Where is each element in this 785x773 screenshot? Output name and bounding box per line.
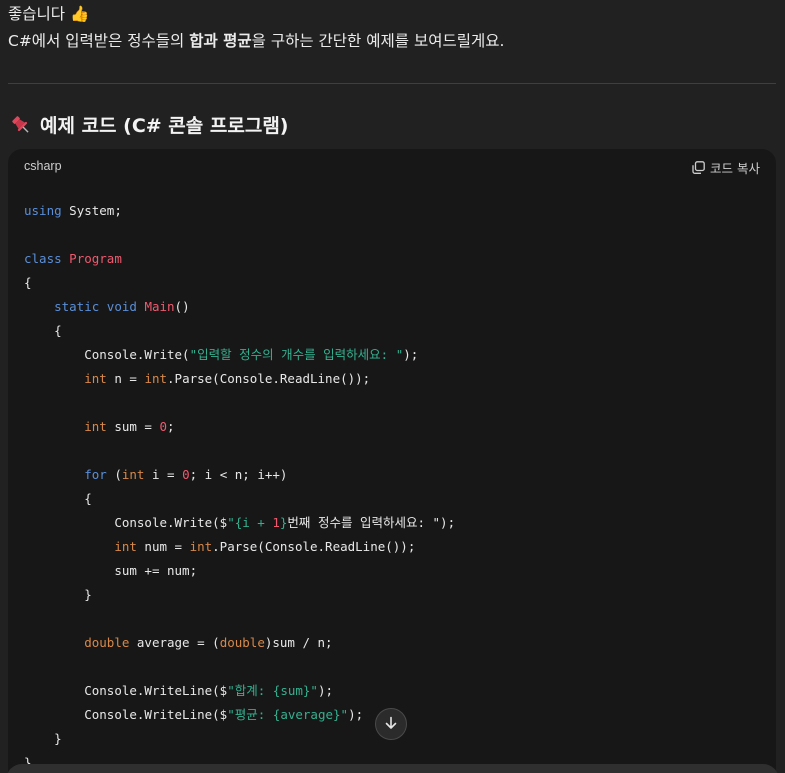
code-language-label: csharp [24,159,62,173]
code-token: double [84,635,130,650]
code-token: () [174,299,190,314]
code-token: "입력할 정수의 개수를 입력하세요: " [189,347,404,362]
code-line: } [24,583,766,607]
code-token: ( [106,467,122,482]
chat-page: 좋습니다 👍 C#에서 입력받은 정수들의 합과 평균을 구하는 간단한 예제를… [0,0,785,773]
code-token: Console.Write( [84,347,190,362]
code-line: double average = (double)sum / n; [24,631,766,655]
code-token: System; [61,203,122,218]
intro-text-post: 을 구하는 간단한 예제를 보여드릴게요. [251,32,505,50]
code-token: static [54,299,100,314]
copy-icon [692,161,705,174]
composer-bar[interactable] [6,764,779,773]
code-token: .Parse(Console.ReadLine()); [167,371,371,386]
code-token: ); [348,707,364,722]
code-token: 0 [159,419,168,434]
intro-text-pre: C#에서 입력받은 정수들의 [8,32,190,50]
code-token: "{i + [227,515,273,530]
code-token: i = [144,467,183,482]
intro-line-1: 좋습니다 👍 [8,5,90,23]
code-token: 번째 정수를 입력하세요: "); [287,515,456,530]
code-token: ); [403,347,419,362]
code-token: } [84,587,92,602]
code-token: 1 [272,515,280,530]
code-line: Console.WriteLine($"합계: {sum}"); [24,679,766,703]
code-line: using System; [24,199,766,223]
code-token: 0 [182,467,190,482]
code-token: int [144,371,168,386]
code-token: int [114,539,137,554]
code-line: int n = int.Parse(Console.ReadLine()); [24,367,766,391]
code-token: "합계: {sum}" [227,683,318,698]
code-content: using System; class Program { static void… [24,199,766,773]
code-line: { [24,319,766,343]
code-token: double [219,635,265,650]
code-token: num = [136,539,190,554]
code-line: class Program [24,247,766,271]
pushpin-icon [10,114,34,144]
scroll-to-bottom-button[interactable] [375,708,407,740]
code-token: Console.WriteLine($ [84,683,228,698]
arrow-down-icon [384,715,398,734]
code-token: int [121,467,145,482]
copy-code-button[interactable]: 코드 복사 [692,158,760,177]
code-token: ; [167,419,175,434]
code-line: int sum = 0; [24,415,766,439]
code-token: average = ( [129,635,220,650]
intro-text-bold: 합과 평균 [189,32,252,50]
code-token: Console.Write($ [114,515,228,530]
code-token: ); [317,683,334,698]
code-line: Console.Write("입력할 정수의 개수를 입력하세요: "); [24,343,766,367]
code-token: class [24,251,62,266]
intro-line-2: C#에서 입력받은 정수들의 합과 평균을 구하는 간단한 예제를 보여드릴게요… [8,30,504,52]
code-token: { [54,323,62,338]
code-line: Console.Write($"{i + 1}번째 정수를 입력하세요: "); [24,511,766,535]
code-line: sum += num; [24,559,766,583]
section-heading-text: 예제 코드 (C# 콘솔 프로그램) [40,115,289,137]
code-line: { [24,487,766,511]
code-token: n = [106,371,145,386]
code-token: { [24,275,32,290]
code-token: sum = [106,419,160,434]
code-line: static void Main() [24,295,766,319]
code-token: int [84,371,107,386]
code-token: )sum / n; [264,635,333,650]
copy-code-label: 코드 복사 [710,161,760,176]
code-token: int [189,539,213,554]
code-token: int [84,419,107,434]
divider [8,83,776,84]
code-token: .Parse(Console.ReadLine()); [212,539,416,554]
section-heading: 예제 코드 (C# 콘솔 프로그램) [10,112,289,144]
code-token: ; i < n; i++) [189,467,288,482]
code-token: sum += num; [114,563,198,578]
code-token: } [54,731,62,746]
code-line: { [24,271,766,295]
code-block: csharp 코드 복사 using System; class Program… [8,149,776,773]
code-token: Program [69,251,122,266]
code-token: "평균: {average}" [227,707,349,722]
code-token: Console.WriteLine($ [84,707,228,722]
code-token: for [84,467,107,482]
code-token: using [24,203,62,218]
code-line: int num = int.Parse(Console.ReadLine()); [24,535,766,559]
code-token: void [106,299,137,314]
code-token: { [84,491,92,506]
code-line: for (int i = 0; i < n; i++) [24,463,766,487]
code-token: Main [144,299,175,314]
